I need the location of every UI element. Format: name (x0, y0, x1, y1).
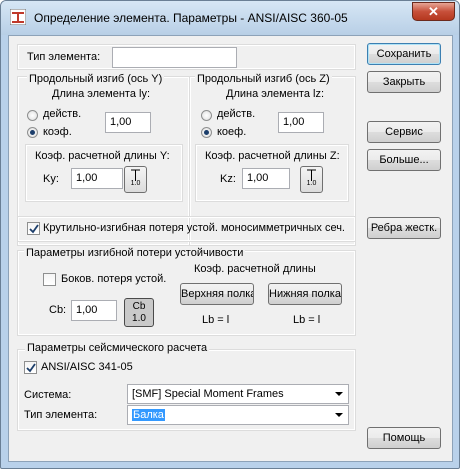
cb-icon-top: Cb (132, 301, 146, 312)
window-title: Определение элемента. Параметры - ANSI/A… (34, 11, 348, 25)
torsional-label[interactable]: Крутильно-изгибная потеря устой. моносим… (43, 222, 345, 234)
torsional-checkbox[interactable] (27, 222, 40, 235)
ky-icon-text: 1.0 (130, 180, 141, 187)
buckling-y-coef-radio[interactable] (27, 127, 38, 138)
lb-upper-value: Lb = l (202, 314, 230, 326)
buckling-z-coef-label[interactable]: коеф. (217, 126, 246, 138)
upper-flange-button[interactable]: Верхняя полка (180, 283, 254, 305)
buckling-z-length-label: Длина элемента lz: (226, 88, 325, 100)
seismic-code-label[interactable]: ANSI/AISC 341-05 (41, 361, 133, 373)
buckling-y-length-label: Длина элемента ly: (52, 88, 151, 100)
service-button[interactable]: Сервис (367, 121, 441, 143)
dialog-window: Определение элемента. Параметры - ANSI/A… (0, 0, 460, 469)
chevron-down-icon[interactable] (335, 392, 343, 396)
kz-buckling-icon-button[interactable]: 1.0 (300, 166, 323, 193)
buckling-y-length-input[interactable]: 1,00 (105, 112, 151, 133)
lb-lower-value: Lb = l (293, 314, 321, 326)
cb-icon-bottom: 1.0 (132, 313, 146, 324)
system-select[interactable]: [SMF] Special Moment Frames (127, 384, 349, 404)
buckling-z-k-title: Коэф. расчетной длины Z: (205, 150, 340, 162)
buckling-y-k-title: Коэф. расчетной длины Y: (35, 150, 170, 162)
system-label: Система: (24, 389, 72, 401)
cb-label: Cb: (49, 304, 67, 316)
help-button[interactable]: Помощь (367, 427, 441, 449)
cb-icon-button[interactable]: Cb 1.0 (124, 298, 154, 327)
member-type-label: Тип элемента: (27, 51, 101, 63)
ky-input[interactable]: 1,00 (71, 168, 123, 189)
lateral-label[interactable]: Боков. потеря устой. (61, 273, 166, 285)
kz-input[interactable]: 1,00 (242, 168, 290, 189)
cb-input[interactable]: 1,00 (71, 300, 117, 321)
lower-flange-button[interactable]: Нижняя полка (268, 283, 342, 305)
element-type-select[interactable]: Балка (127, 405, 349, 425)
seismic-code-checkbox[interactable] (24, 361, 37, 374)
chevron-down-icon[interactable] (335, 413, 343, 417)
close-icon: ✕ (428, 4, 439, 19)
buckling-z-actual-radio[interactable] (201, 110, 212, 121)
app-icon (10, 9, 26, 25)
ky-buckling-icon-button[interactable]: 1.0 (124, 166, 147, 193)
ky-label: Ky: (43, 173, 59, 185)
buckling-y-coef-label[interactable]: коэф. (43, 126, 72, 138)
lateral-checkbox[interactable] (43, 273, 56, 286)
seismic-title: Параметры сейсмического расчета (25, 342, 210, 354)
member-type-input[interactable] (112, 47, 237, 68)
buckling-z-title: Продольный изгиб (ось Z) (195, 73, 332, 85)
close-button[interactable]: Закрыть (367, 71, 441, 93)
buckling-y-actual-radio[interactable] (27, 110, 38, 121)
close-window-button[interactable]: ✕ (412, 2, 455, 21)
buckling-z-length-input[interactable]: 1,00 (278, 112, 324, 133)
title-bar[interactable]: Определение элемента. Параметры - ANSI/A… (1, 1, 459, 35)
stiffeners-button[interactable]: Ребра жестк. (367, 217, 441, 239)
ltb-k-title: Коэф. расчетной длины (194, 263, 316, 275)
ltb-title: Параметры изгибной потери устойчивости (24, 247, 246, 259)
element-type-label: Тип элемента: (24, 409, 98, 421)
more-button[interactable]: Больше... (367, 149, 441, 171)
buckling-z-coef-radio[interactable] (201, 127, 212, 138)
buckling-z-actual-label[interactable]: действ. (217, 108, 255, 120)
kz-label: Kz: (220, 173, 236, 185)
check-icon (26, 363, 36, 373)
kz-icon-text: 1.0 (306, 180, 317, 187)
buckling-y-title: Продольный изгиб (ось Y) (27, 73, 165, 85)
buckling-y-actual-label[interactable]: действ. (43, 108, 81, 120)
system-select-value: [SMF] Special Moment Frames (132, 388, 284, 400)
check-icon (29, 224, 39, 234)
dialog-client: Тип элемента: Продольный изгиб (ось Y) Д… (8, 35, 453, 462)
save-button[interactable]: Сохранить (367, 43, 441, 65)
element-type-select-value: Балка (132, 409, 165, 421)
